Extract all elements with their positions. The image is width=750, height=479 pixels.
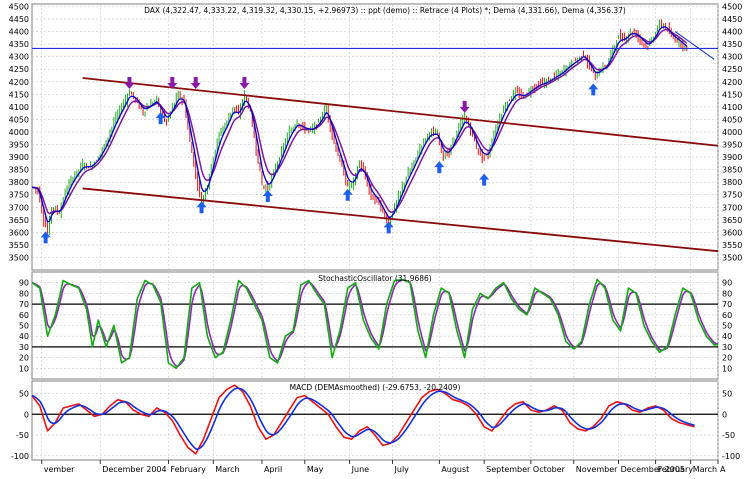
price-tick-left: 3800 <box>9 178 29 187</box>
price-tick-right: 4100 <box>722 103 742 112</box>
x-tick-label: February <box>658 465 694 474</box>
x-tick-label: September <box>486 465 531 474</box>
stoch-tick-right: 30 <box>722 343 732 352</box>
price-tick-left: 3750 <box>9 191 29 200</box>
stoch-tick-left: 80 <box>19 289 29 298</box>
stoch-tick-left: 60 <box>19 311 29 320</box>
price-tick-right: 4350 <box>722 40 742 49</box>
macd-pane-frame <box>31 380 719 461</box>
x-tick-label: February <box>170 465 206 474</box>
macd-tick-right: -50 <box>722 431 735 440</box>
price-tick-left: 4450 <box>9 15 29 24</box>
macd-tick-left: 50 <box>19 389 29 398</box>
price-tick-right: 4500 <box>722 3 742 12</box>
price-tick-right: 4400 <box>722 28 742 37</box>
chart-canvas: 3500 3500 3550 3550 3600 3600 3650 3650 3700 3700… <box>9 3 743 474</box>
x-tick-label: July <box>394 465 410 474</box>
price-tick-right: 3800 <box>722 178 742 187</box>
x-tick-label: December 2004 <box>102 465 166 474</box>
macd-tick-left: 0 <box>24 410 29 419</box>
macd-tick-right: 50 <box>722 389 732 398</box>
price-tick-left: 3550 <box>9 241 29 250</box>
stoch-tick-right: 60 <box>722 311 732 320</box>
price-tick-right: 3550 <box>722 241 742 250</box>
price-tick-left: 4350 <box>9 40 29 49</box>
stoch-tick-right: 10 <box>722 364 732 373</box>
stoch-tick-right: 40 <box>722 332 732 341</box>
price-tick-right: 3600 <box>722 228 742 237</box>
price-tick-right: 3650 <box>722 216 742 225</box>
price-tick-left: 3500 <box>9 253 29 262</box>
x-tick-label: May <box>307 465 324 474</box>
price-tick-right: 3750 <box>722 191 742 200</box>
x-tick-label: November <box>576 465 618 474</box>
x-tick-label: October <box>533 465 566 474</box>
price-tick-right: 4050 <box>722 115 742 124</box>
price-tick-right: 3700 <box>722 203 742 212</box>
price-tick-left: 3650 <box>9 216 29 225</box>
price-tick-left: 4100 <box>9 103 29 112</box>
x-tick-label: March <box>693 465 717 474</box>
stoch-tick-left: 10 <box>19 364 29 373</box>
stoch-tick-left: 40 <box>19 332 29 341</box>
stoch-tick-right: 70 <box>722 300 732 309</box>
macd-tick-left: -100 <box>11 452 29 461</box>
price-tick-left: 4400 <box>9 28 29 37</box>
stoch-tick-right: 90 <box>722 279 732 288</box>
stoch-tick-left: 30 <box>19 343 29 352</box>
price-tick-right: 4150 <box>722 90 742 99</box>
price-tick-right: 3500 <box>722 253 742 262</box>
price-tick-right: 4300 <box>722 53 742 62</box>
stoch-tick-left: 20 <box>19 354 29 363</box>
price-tick-right: 4200 <box>722 78 742 87</box>
x-tick-label: March <box>215 465 239 474</box>
stoch-tick-right: 20 <box>722 354 732 363</box>
x-tick-label: June <box>351 465 370 474</box>
price-tick-right: 4000 <box>722 128 742 137</box>
price-chart-title: DAX (4,322.47, 4,333.22, 4,319.32, 4,330… <box>144 6 626 15</box>
price-tick-left: 3950 <box>9 141 29 150</box>
price-pane-frame <box>31 3 719 271</box>
stoch-tick-right: 50 <box>722 322 732 331</box>
x-tick-label: August <box>441 465 469 474</box>
price-tick-right: 3850 <box>722 166 742 175</box>
x-tick-label: vember <box>44 465 75 474</box>
stoch-tick-right: 80 <box>722 289 732 298</box>
price-tick-left: 4500 <box>9 3 29 12</box>
stoch-tick-left: 90 <box>19 279 29 288</box>
price-tick-right: 4450 <box>722 15 742 24</box>
chart-window: 3500 3500 3550 3550 3600 3600 3650 3650 3700 3700… <box>0 0 750 475</box>
price-tick-left: 4000 <box>9 128 29 137</box>
price-tick-left: 4250 <box>9 65 29 74</box>
price-tick-left: 4150 <box>9 90 29 99</box>
stoch-tick-left: 50 <box>19 322 29 331</box>
stoch-chart-title: StochasticOscillator (31.9686) <box>318 274 432 283</box>
price-tick-left: 4300 <box>9 53 29 62</box>
macd-chart-title: MACD (DEMAsmoothed) (-29.6753, -20.2409) <box>290 383 461 392</box>
price-tick-left: 4050 <box>9 115 29 124</box>
price-tick-right: 4250 <box>722 65 742 74</box>
price-tick-left: 3700 <box>9 203 29 212</box>
price-tick-left: 3850 <box>9 166 29 175</box>
macd-tick-right: 0 <box>722 410 727 419</box>
price-tick-left: 3600 <box>9 228 29 237</box>
price-tick-left: 4200 <box>9 78 29 87</box>
price-tick-left: 3900 <box>9 153 29 162</box>
price-tick-right: 3900 <box>722 153 742 162</box>
x-tick-label: April <box>264 465 282 474</box>
x-tick-label: A <box>720 465 726 474</box>
stoch-tick-left: 70 <box>19 300 29 309</box>
macd-tick-right: -100 <box>722 452 740 461</box>
price-tick-right: 3950 <box>722 141 742 150</box>
macd-tick-left: -50 <box>16 431 29 440</box>
